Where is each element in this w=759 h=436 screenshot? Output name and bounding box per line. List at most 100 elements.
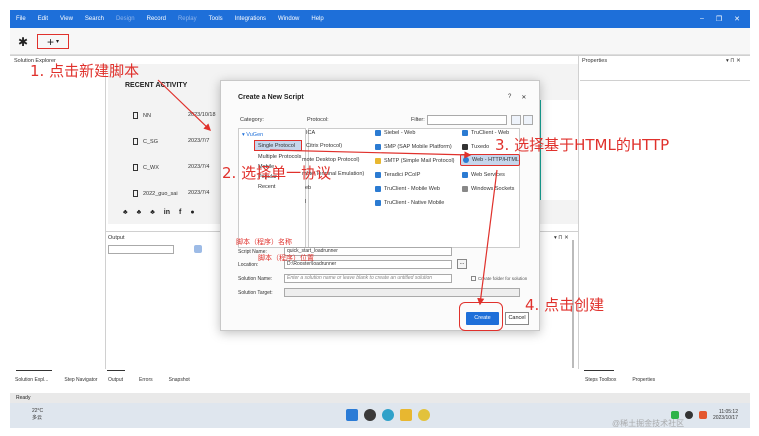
filter-input[interactable] [427,115,507,125]
grid-view-icon[interactable] [523,115,533,125]
protocol-item[interactable]: Teradici PCoIP [375,172,420,178]
recent-item[interactable]: C_WX [133,164,159,171]
restore-icon[interactable]: ❐ [716,15,722,23]
left-bottom-tabs: Solution Expl... Step Navigator [15,373,97,387]
create-folder-checkbox[interactable]: Create folder for solution [471,276,527,281]
properties-panel-controls[interactable]: ▾ ⊓ ✕ [726,58,741,64]
protocol-item[interactable]: Windows Sockets [462,186,514,192]
menu-tools[interactable]: Tools [203,16,229,22]
clock[interactable]: 11:05:12 2023/10/17 [713,409,738,421]
protocol-icon [462,144,468,150]
tab-steps-toolbox[interactable]: Steps Toolbox [585,377,616,383]
linkedin-icon[interactable]: in [164,209,170,216]
protocol-item[interactable]: Web Services [462,172,505,178]
recent-item[interactable]: C_SG [133,138,158,145]
protocol-icon [462,186,468,192]
protocol-item[interactable]: l [305,199,306,205]
loadrunner-icon[interactable] [418,409,430,421]
tab-output[interactable]: Output [108,377,123,383]
menu-integrations[interactable]: Integrations [229,16,272,22]
toolbar: ✱ + ▾ [10,28,750,55]
community-icon[interactable]: ♣ [137,209,142,216]
protocol-label: Tuxedo [471,144,490,150]
browse-button[interactable]: ... [457,259,467,269]
recent-item[interactable]: NN [133,112,151,119]
protocol-label: Teradici PCoIP [384,172,421,178]
recent-item-name: NN [143,112,151,119]
start-icon[interactable] [346,409,358,421]
add-new-button[interactable]: + ▾ [37,34,69,49]
facebook-icon[interactable]: f [179,209,181,216]
protocol-label: eb [305,185,312,191]
tab-solution-explorer[interactable]: Solution Expl... [15,377,48,383]
recent-item[interactable]: 2022_guo_sai [133,190,178,197]
tab-properties[interactable]: Properties [632,377,655,383]
protocol-label: Citrix Protocol) [306,143,343,149]
protocol-item[interactable]: SMTP (Simple Mail Protocol) [375,158,455,164]
app-tray-icon[interactable] [698,411,707,419]
annotation-step1: 1. 点击新建脚本 [30,62,140,80]
dialog-controls: ? ✕ [508,94,526,101]
solution-target-input[interactable] [284,288,520,297]
menu-replay[interactable]: Replay [172,16,203,22]
protocol-item[interactable]: eb [305,185,311,191]
recent-item-date: 2023/10/18 [188,112,216,118]
close-icon[interactable]: ✕ [521,94,526,101]
menu-file[interactable]: File [10,16,32,22]
recent-item-name: 2022_guo_sai [143,190,178,197]
protocol-item-web-http-html[interactable]: Web - HTTP/HTML [463,157,519,163]
protocol-item[interactable]: TruClient - Native Mobile [375,200,444,206]
menu-search[interactable]: Search [79,16,110,22]
community-icon[interactable]: ♣ [150,209,155,216]
category-single-protocol[interactable]: Single Protocol [258,143,295,149]
category-multiple-protocols[interactable]: Multiple Protocols [258,154,301,160]
document-icon [133,190,138,197]
tab-step-navigator[interactable]: Step Navigator [64,377,97,383]
menu-edit[interactable]: Edit [32,16,54,22]
protocol-item[interactable]: TruClient - Mobile Web [375,186,440,192]
output-panel-controls[interactable]: ▾ ⊓ ✕ [554,235,569,241]
recent-item-date: 2023/7/7 [188,138,210,144]
tab-underline [584,370,614,371]
protocol-icon [375,200,381,206]
protocol-label: l [305,199,307,205]
file-explorer-icon[interactable] [400,409,412,421]
protocol-label: SMP (SAP Mobile Platform) [384,144,452,150]
protocol-label: TruClient - Mobile Web [384,186,440,192]
protocol-item[interactable]: Citrix Protocol) [306,143,342,149]
protocol-item[interactable]: SMP (SAP Mobile Platform) [375,144,452,150]
list-view-icon[interactable] [511,115,521,125]
protocol-icon [375,186,381,192]
protocol-item[interactable]: Tuxedo [462,144,489,150]
weather-widget[interactable]: 22°C 多云 [32,408,43,422]
category-recent[interactable]: Recent [258,184,275,190]
tab-errors[interactable]: Errors [139,377,153,383]
menu-window[interactable]: Window [272,16,305,22]
output-toolbar-icon[interactable] [194,245,202,253]
solution-name-input[interactable]: Enter a solution name or leave blank to … [284,274,452,283]
browser-icon[interactable] [382,409,394,421]
protocol-item[interactable]: ICA [306,130,315,136]
menu-view[interactable]: View [54,16,79,22]
menu-design[interactable]: Design [110,16,141,22]
help-icon[interactable]: ? [508,94,511,101]
recent-item-name: C_SG [143,138,158,145]
close-icon[interactable]: ✕ [734,15,740,23]
menu-help[interactable]: Help [305,16,329,22]
minimize-icon[interactable]: – [700,15,704,23]
new-script-icon[interactable]: ✱ [16,34,30,49]
category-vugen[interactable]: ▾ VuGen [242,132,263,138]
output-filter-select[interactable] [108,245,174,254]
network-icon[interactable] [684,411,693,419]
tab-snapshot[interactable]: Snapshot [169,377,190,383]
pane-divider [578,55,579,369]
output-title: Output [108,235,125,241]
annotation-step2: 2. 选择单一协议 [222,164,332,182]
menu-record[interactable]: Record [141,16,172,22]
community-icon[interactable]: ♣ [123,209,128,216]
protocol-item[interactable]: Siebel - Web [375,130,415,136]
search-icon[interactable] [364,409,376,421]
create-button[interactable]: Create [466,312,499,325]
recent-item-date: 2023/7/4 [188,190,210,196]
chat-icon[interactable]: ● [190,209,194,216]
